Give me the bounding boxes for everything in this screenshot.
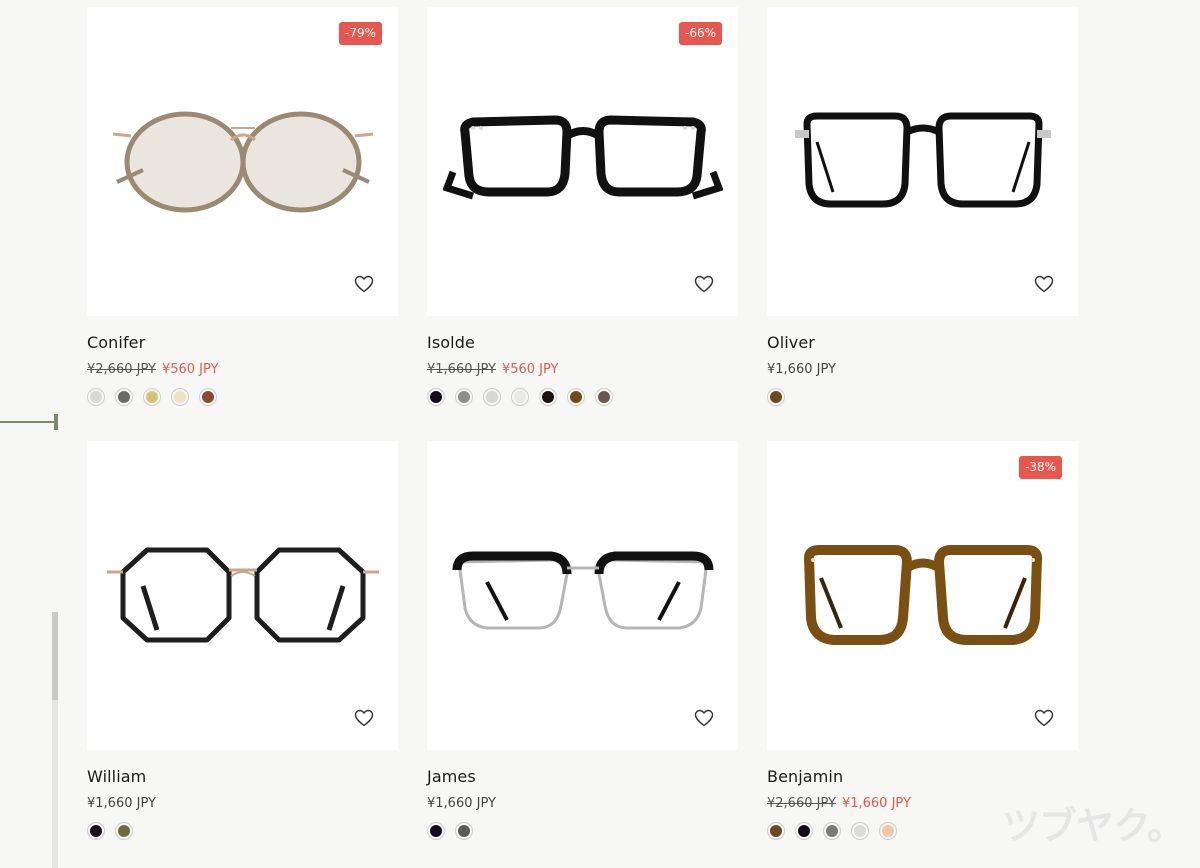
heart-icon[interactable] [354, 275, 374, 293]
product-card[interactable]: Oliver ¥1,660 JPY [767, 7, 1078, 441]
color-swatch[interactable] [567, 388, 585, 406]
product-card[interactable]: James ¥1,660 JPY [427, 441, 738, 868]
heart-icon[interactable] [694, 709, 714, 727]
glasses-image [442, 114, 723, 199]
price-row: ¥2,660 JPY ¥560 JPY [87, 362, 398, 378]
discount-badge: -38% [1018, 456, 1062, 479]
color-swatches [767, 388, 1078, 406]
discount-badge: -66% [678, 22, 722, 45]
price-row: ¥1,660 JPY [87, 796, 398, 812]
color-swatch[interactable] [595, 388, 613, 406]
color-swatch[interactable] [823, 822, 841, 840]
heart-icon[interactable] [694, 275, 714, 293]
product-name[interactable]: Conifer [87, 333, 398, 352]
color-swatch[interactable] [511, 388, 529, 406]
color-swatch[interactable] [427, 388, 445, 406]
color-swatches [427, 388, 738, 406]
product-card[interactable]: -79% Conifer ¥2,660 JPY ¥560 JPY [87, 7, 398, 441]
product-name[interactable]: Isolde [427, 333, 738, 352]
product-name[interactable]: Benjamin [767, 767, 1078, 786]
color-swatches [87, 388, 398, 406]
heart-icon[interactable] [1034, 275, 1054, 293]
product-grid: -79% Conifer ¥2,660 JPY ¥560 JPY -66% Isolde… [87, 7, 1078, 868]
product-image[interactable]: -38% [767, 441, 1078, 750]
glasses-image [794, 112, 1051, 207]
sale-price: ¥560 JPY [501, 362, 559, 377]
watermark: ツブヤク。 [1002, 804, 1185, 848]
color-swatches [427, 822, 738, 840]
product-card[interactable]: -66% Isolde ¥1,660 JPY ¥560 JPY [427, 7, 738, 441]
original-price: ¥1,660 JPY [427, 362, 496, 377]
product-card[interactable]: William ¥1,660 JPY [87, 441, 398, 868]
price: ¥1,660 JPY [427, 796, 496, 811]
product-name[interactable]: James [427, 767, 738, 786]
glasses-image [452, 551, 713, 629]
scrollbar-thumb[interactable] [52, 612, 58, 700]
color-swatch[interactable] [539, 388, 557, 406]
range-slider-track[interactable] [0, 421, 56, 423]
color-swatch[interactable] [199, 388, 217, 406]
product-image[interactable] [87, 441, 398, 750]
color-swatch[interactable] [115, 388, 133, 406]
discount-badge: -79% [338, 22, 382, 45]
color-swatch[interactable] [115, 822, 133, 840]
range-slider-handle[interactable] [54, 414, 58, 430]
price: ¥1,660 JPY [87, 796, 156, 811]
color-swatch[interactable] [795, 822, 813, 840]
color-swatch[interactable] [767, 822, 785, 840]
price-row: ¥1,660 JPY ¥560 JPY [427, 362, 738, 378]
color-swatch[interactable] [483, 388, 501, 406]
product-image[interactable]: -66% [427, 7, 738, 316]
glasses-image [106, 547, 379, 642]
color-swatch[interactable] [767, 388, 785, 406]
heart-icon[interactable] [1034, 709, 1054, 727]
heart-icon[interactable] [354, 709, 374, 727]
color-swatch[interactable] [171, 388, 189, 406]
color-swatch[interactable] [87, 388, 105, 406]
glasses-image [803, 544, 1042, 645]
product-image[interactable] [767, 7, 1078, 316]
sale-price: ¥560 JPY [161, 362, 219, 377]
color-swatch[interactable] [851, 822, 869, 840]
price: ¥1,660 JPY [767, 362, 836, 377]
product-image[interactable]: -79% [87, 7, 398, 316]
color-swatch[interactable] [87, 822, 105, 840]
original-price: ¥2,660 JPY [767, 796, 836, 811]
color-swatch[interactable] [427, 822, 445, 840]
sale-price: ¥1,660 JPY [841, 796, 911, 811]
color-swatch[interactable] [879, 822, 897, 840]
price-row: ¥1,660 JPY [767, 362, 1078, 378]
product-name[interactable]: William [87, 767, 398, 786]
color-swatch[interactable] [455, 822, 473, 840]
original-price: ¥2,660 JPY [87, 362, 156, 377]
product-image[interactable] [427, 441, 738, 750]
color-swatches [87, 822, 398, 840]
color-swatch[interactable] [455, 388, 473, 406]
glasses-image [112, 111, 373, 212]
price-row: ¥1,660 JPY [427, 796, 738, 812]
product-name[interactable]: Oliver [767, 333, 1078, 352]
color-swatch[interactable] [143, 388, 161, 406]
